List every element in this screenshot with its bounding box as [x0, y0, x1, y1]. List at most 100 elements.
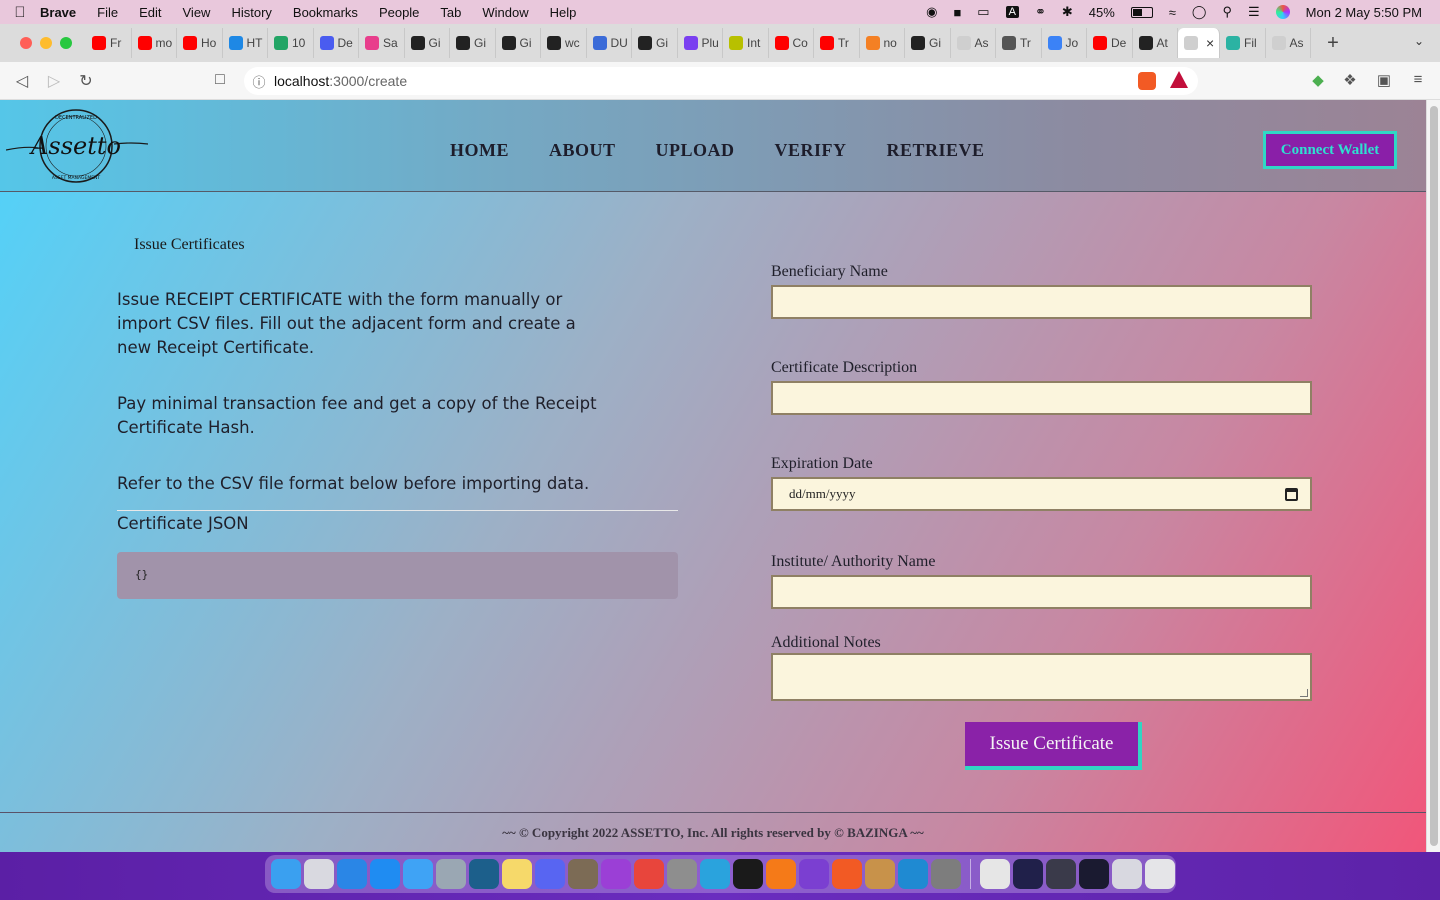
- expiration-date-input[interactable]: dd/mm/yyyy: [771, 477, 1312, 511]
- scrollbar-thumb[interactable]: [1430, 106, 1438, 846]
- tab[interactable]: Gi: [632, 28, 678, 58]
- input-source-icon[interactable]: A: [1005, 6, 1019, 18]
- creative-cloud-icon[interactable]: ◉: [926, 4, 937, 20]
- tab[interactable]: Tr: [996, 28, 1042, 58]
- image-capture-icon[interactable]: [667, 859, 697, 889]
- headphones-icon[interactable]: ⚭: [1035, 4, 1046, 20]
- menu-view[interactable]: View: [183, 5, 211, 20]
- resize-handle-icon[interactable]: [1300, 689, 1308, 697]
- tab[interactable]: Gi: [905, 28, 951, 58]
- recent-window-2-icon[interactable]: [1013, 859, 1043, 889]
- issue-certificate-button[interactable]: Issue Certificate: [965, 722, 1142, 770]
- close-tab-icon[interactable]: ×: [1206, 35, 1214, 51]
- menu-help[interactable]: Help: [550, 5, 577, 20]
- tab[interactable]: Ho: [177, 28, 223, 58]
- tab[interactable]: As: [1266, 28, 1311, 58]
- telegram-icon[interactable]: [700, 859, 730, 889]
- tab[interactable]: wc: [541, 28, 587, 58]
- tab[interactable]: Jo: [1042, 28, 1087, 58]
- menu-people[interactable]: People: [379, 5, 419, 20]
- menu-tab[interactable]: Tab: [440, 5, 461, 20]
- chrome-icon[interactable]: [634, 859, 664, 889]
- menu-bookmarks[interactable]: Bookmarks: [293, 5, 358, 20]
- github-desktop-icon[interactable]: [799, 859, 829, 889]
- bookmark-icon[interactable]: □: [204, 71, 236, 89]
- trash-icon[interactable]: [1145, 859, 1175, 889]
- additional-notes-textarea[interactable]: [771, 653, 1312, 701]
- recent-window-5-icon[interactable]: [1112, 859, 1142, 889]
- brave-icon[interactable]: [832, 859, 862, 889]
- tab[interactable]: As: [951, 28, 996, 58]
- nav-about[interactable]: ABOUT: [549, 140, 616, 161]
- page-scrollbar[interactable]: [1426, 100, 1440, 852]
- nav-upload[interactable]: UPLOAD: [656, 140, 735, 161]
- nav-verify[interactable]: VERIFY: [775, 140, 847, 161]
- elephant-icon[interactable]: ■: [953, 5, 961, 20]
- tab-active[interactable]: ×: [1178, 28, 1220, 58]
- brave-rewards-icon[interactable]: [1170, 71, 1188, 88]
- tab[interactable]: Int: [723, 28, 769, 58]
- tab[interactable]: no: [860, 28, 905, 58]
- brave-shields-icon[interactable]: [1138, 72, 1156, 90]
- tab[interactable]: Co: [769, 28, 814, 58]
- launchpad-icon[interactable]: [304, 859, 334, 889]
- extensions-puzzle-icon[interactable]: ❖: [1341, 71, 1359, 89]
- finder-icon[interactable]: [271, 859, 301, 889]
- tab[interactable]: mo: [132, 28, 177, 58]
- package-icon[interactable]: [865, 859, 895, 889]
- bluetooth-icon[interactable]: ✱: [1062, 4, 1073, 20]
- new-tab-button[interactable]: +: [1319, 32, 1347, 55]
- recent-window-4-icon[interactable]: [1079, 859, 1109, 889]
- battery-icon[interactable]: [1130, 6, 1153, 18]
- tab-search-chevron-icon[interactable]: ⌄: [1414, 34, 1424, 48]
- recent-window-3-icon[interactable]: [1046, 859, 1076, 889]
- forward-button[interactable]: ▷: [38, 71, 70, 91]
- tab[interactable]: 10: [268, 28, 314, 58]
- tab[interactable]: Fil: [1220, 28, 1266, 58]
- vscode-icon[interactable]: [898, 859, 928, 889]
- tab[interactable]: Tr: [814, 28, 860, 58]
- minimize-window-button[interactable]: [40, 37, 52, 49]
- nav-retrieve[interactable]: RETRIEVE: [887, 140, 985, 161]
- beneficiary-name-input[interactable]: [771, 285, 1312, 319]
- certificate-description-input[interactable]: [771, 381, 1312, 415]
- gimp-icon[interactable]: [568, 859, 598, 889]
- tab[interactable]: Gi: [496, 28, 541, 58]
- wifi-icon[interactable]: ≈: [1169, 5, 1176, 20]
- calendar-icon[interactable]: [1285, 488, 1298, 501]
- nav-home[interactable]: HOME: [450, 140, 509, 161]
- site-info-icon[interactable]: ⓘ: [244, 72, 274, 91]
- control-center-icon[interactable]: ☰: [1248, 4, 1260, 20]
- app-store-icon[interactable]: [370, 859, 400, 889]
- tab[interactable]: At: [1133, 28, 1178, 58]
- institute-name-input[interactable]: [771, 575, 1312, 609]
- preview-icon[interactable]: [436, 859, 466, 889]
- tab[interactable]: HT: [223, 28, 268, 58]
- address-bar[interactable]: ⓘ localhost:3000/create: [244, 67, 1198, 95]
- menu-history[interactable]: History: [231, 5, 271, 20]
- terminal-icon[interactable]: [733, 859, 763, 889]
- tab[interactable]: Gi: [405, 28, 450, 58]
- wallet-icon[interactable]: ▣: [1375, 71, 1393, 89]
- notes-icon[interactable]: [502, 859, 532, 889]
- user-icon[interactable]: ◯: [1192, 4, 1207, 20]
- menu-app-name[interactable]: Brave: [40, 5, 76, 20]
- menu-edit[interactable]: Edit: [139, 5, 161, 20]
- menu-window[interactable]: Window: [482, 5, 528, 20]
- browser-menu-icon[interactable]: ≡: [1409, 71, 1427, 89]
- siri-icon[interactable]: [1275, 5, 1290, 19]
- tab[interactable]: DU: [587, 28, 632, 58]
- display-icon[interactable]: ▭: [977, 4, 989, 20]
- apple-menu-icon[interactable]: : [0, 4, 40, 21]
- tab[interactable]: Fr: [86, 28, 132, 58]
- mysql-workbench-icon[interactable]: [469, 859, 499, 889]
- assetto-logo[interactable]: Assetto DECENTRALIZED ASSET MANAGEMENT: [6, 106, 148, 186]
- podcasts-icon[interactable]: [601, 859, 631, 889]
- system-preferences-icon[interactable]: [931, 859, 961, 889]
- close-window-button[interactable]: [20, 37, 32, 49]
- connect-wallet-button[interactable]: Connect Wallet: [1263, 131, 1397, 169]
- mail-icon[interactable]: [403, 859, 433, 889]
- recent-window-1-icon[interactable]: [980, 859, 1010, 889]
- tab[interactable]: De: [314, 28, 359, 58]
- menu-file[interactable]: File: [97, 5, 118, 20]
